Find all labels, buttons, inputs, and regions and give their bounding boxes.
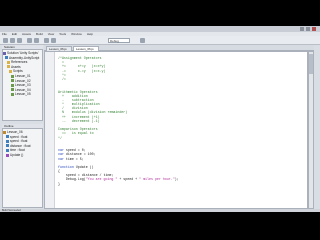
black-letterbox-top xyxy=(0,0,320,26)
field-icon xyxy=(6,144,9,148)
solution-tree-item-label: Lesson_03 xyxy=(15,83,31,88)
folder-icon xyxy=(7,60,10,64)
field-icon xyxy=(6,139,9,143)
outline-item-label: time : float xyxy=(10,148,25,153)
outline-item-label: speed : float xyxy=(10,139,28,144)
solution-panel-header: Solution xyxy=(2,45,43,50)
outline-item-label: Lesson_06 xyxy=(7,130,23,134)
run-icon[interactable] xyxy=(51,38,56,43)
configuration-dropdown[interactable]: Debug xyxy=(108,38,130,43)
black-letterbox-bottom xyxy=(0,212,320,240)
search-icon[interactable] xyxy=(140,38,145,43)
project-icon xyxy=(5,56,8,60)
file-icon xyxy=(11,83,14,87)
solution-tree: Solution 'Unity Scripts' Assembly-UnitySc… xyxy=(3,51,43,97)
vertical-scrollbar[interactable] xyxy=(308,51,314,209)
file-icon xyxy=(11,79,14,83)
solution-tree-item-label: Assembly-UnityScript xyxy=(9,55,40,60)
field-icon xyxy=(6,149,9,153)
file-icon xyxy=(11,93,14,96)
solution-tree-item-label: Lesson_02 xyxy=(15,78,31,83)
outline-item-label: Update () xyxy=(10,152,24,157)
outline-item-label: speed : float xyxy=(10,134,28,139)
file-icon xyxy=(11,88,14,92)
outline-panel-header: Outline xyxy=(2,124,43,129)
outline-item[interactable]: Update () xyxy=(3,153,43,158)
folder-icon xyxy=(9,70,12,74)
new-file-icon[interactable] xyxy=(3,38,8,43)
minimize-icon[interactable] xyxy=(300,27,304,31)
file-icon xyxy=(11,74,14,78)
solution-tree-item-label: References xyxy=(11,60,28,65)
line-numbers xyxy=(45,56,55,190)
scrollbar-thumb[interactable] xyxy=(309,54,313,74)
close-icon[interactable] xyxy=(312,27,316,31)
code-text[interactable]: /*Assignment Operators = += x+=y (x=x+y)… xyxy=(58,56,306,190)
outline-tree: Lesson_06 speed : float speed : float dista… xyxy=(3,130,43,158)
method-icon xyxy=(6,153,9,157)
class-icon xyxy=(3,130,6,134)
save-icon[interactable] xyxy=(17,38,22,43)
solution-icon xyxy=(3,51,6,55)
folder-icon xyxy=(7,65,10,69)
solution-tree-item-label: Lesson_01 xyxy=(15,73,31,78)
solution-tree-item[interactable]: Lesson_05 xyxy=(3,92,43,97)
undo-icon[interactable] xyxy=(27,38,32,43)
open-file-icon[interactable] xyxy=(10,38,15,43)
solution-tree-item-label: Scripts xyxy=(13,69,23,74)
status-bar: Build Succeeded xyxy=(0,209,320,212)
solution-tree-item-label: Lesson_04 xyxy=(15,87,31,92)
outline-item-label: distance : float xyxy=(10,143,31,148)
solution-tree-item-label: Lesson_05 xyxy=(15,92,31,97)
build-icon[interactable] xyxy=(44,38,49,43)
solution-tree-item-label: Solution 'Unity Scripts' xyxy=(7,51,39,55)
field-icon xyxy=(6,135,9,139)
solution-tree-item-label: Assets xyxy=(11,64,21,69)
redo-icon[interactable] xyxy=(34,38,39,43)
maximize-icon[interactable] xyxy=(306,27,310,31)
